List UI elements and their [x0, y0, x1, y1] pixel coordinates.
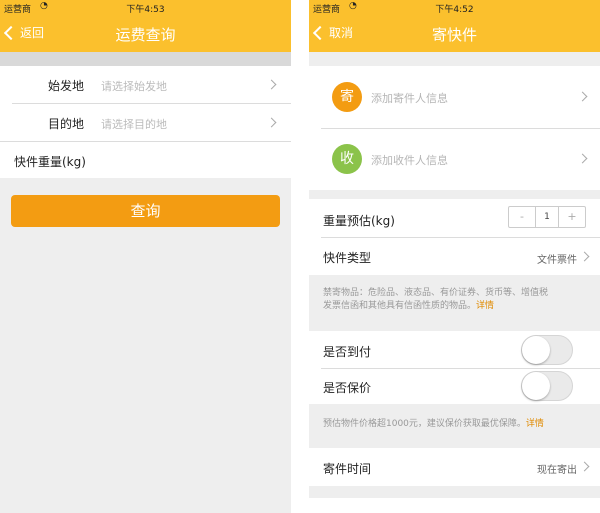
insurance-note-text: 预估物件价格超1000元，建议保价获取最优保障。 — [323, 419, 526, 429]
chevron-right-icon — [266, 117, 277, 128]
origin-label: 始发地 — [48, 79, 85, 93]
page-title: 运费查询 — [115, 26, 176, 44]
insurance-toggle[interactable] — [521, 371, 573, 401]
screenshot: 运营商 ◔ 下午4:53 返回 运费查询 始发地 请选择始发地 目的地 请选择目… — [0, 0, 600, 513]
chevron-right-icon — [579, 251, 590, 262]
package-type-value: 文件票件 — [537, 255, 577, 266]
destination-label: 目的地 — [48, 117, 85, 131]
receiver-row[interactable]: 收 添加收件人信息 — [309, 129, 600, 190]
freight-query-screen: 运营商 ◔ 下午4:53 返回 运费查询 始发地 请选择始发地 目的地 请选择目… — [0, 0, 291, 513]
increment-button[interactable]: + — [559, 207, 585, 227]
chevron-right-icon — [577, 153, 588, 164]
origin-placeholder: 请选择始发地 — [101, 80, 167, 93]
status-bar: 运营商 ◔ 下午4:52 — [309, 0, 600, 15]
sender-placeholder: 添加寄件人信息 — [371, 92, 448, 105]
weight-stepper: - 1 + — [508, 206, 586, 228]
weight-estimate-label: 重量预估(kg) — [323, 214, 395, 228]
send-time-label: 寄件时间 — [323, 462, 372, 476]
status-bar: 运营商 ◔ 下午4:53 — [0, 0, 291, 15]
prohibited-note-line2: 发票信函和其他具有信函性质的物品。 — [323, 301, 477, 311]
query-form: 始发地 请选择始发地 目的地 请选择目的地 快件重量(kg) — [0, 66, 291, 178]
next-section — [309, 498, 600, 513]
insurance-label: 是否保价 — [323, 381, 372, 395]
prohibited-items-note: 禁寄物品：危险品、液态品、有价证券、货币等、增值税 发票信函和其他具有信函性质的… — [323, 287, 588, 313]
nav-bar: 取消 寄快件 — [309, 15, 600, 52]
send-package-screen: 运营商 ◔ 下午4:52 取消 寄快件 寄 添加寄件人信息 收 添加收件人信息 — [309, 0, 600, 513]
receiver-badge: 收 — [332, 144, 362, 174]
destination-row[interactable]: 目的地 请选择目的地 — [0, 104, 291, 141]
status-time: 下午4:53 — [126, 5, 165, 15]
package-type-row[interactable]: 快件类型 文件票件 — [309, 238, 600, 275]
page-title: 寄快件 — [431, 26, 477, 44]
query-button[interactable]: 查询 — [11, 195, 280, 227]
prohibited-details-link[interactable]: 详情 — [476, 301, 494, 311]
insurance-note: 预估物件价格超1000元，建议保价获取最优保障。详情 — [323, 418, 593, 431]
toggle-knob — [522, 372, 550, 400]
contacts-section: 寄 添加寄件人信息 收 添加收件人信息 — [309, 66, 600, 190]
origin-row[interactable]: 始发地 请选择始发地 — [0, 66, 291, 103]
nav-bar: 返回 运费查询 — [0, 15, 291, 52]
toggle-knob — [522, 336, 550, 364]
divider — [321, 368, 600, 369]
cod-toggle[interactable] — [521, 335, 573, 365]
sender-row[interactable]: 寄 添加寄件人信息 — [309, 66, 600, 128]
chevron-right-icon — [577, 91, 588, 102]
package-type-label: 快件类型 — [323, 251, 372, 265]
weight-value[interactable]: 1 — [535, 207, 559, 227]
destination-placeholder: 请选择目的地 — [101, 118, 167, 131]
weight-row[interactable]: 快件重量(kg) — [0, 142, 291, 178]
insurance-details-link[interactable]: 详情 — [526, 419, 544, 429]
prohibited-note-line1: 禁寄物品：危险品、液态品、有价证券、货币等、增值税 — [323, 288, 549, 298]
chevron-right-icon — [579, 461, 590, 472]
cod-label: 是否到付 — [323, 345, 372, 359]
section-gap — [0, 52, 291, 66]
decrement-button[interactable]: - — [509, 207, 535, 227]
status-time: 下午4:52 — [435, 5, 474, 15]
options-section: 是否到付 是否保价 — [309, 331, 600, 404]
chevron-right-icon — [266, 79, 277, 90]
weight-label: 快件重量(kg) — [14, 155, 86, 169]
sender-badge: 寄 — [332, 82, 362, 112]
receiver-placeholder: 添加收件人信息 — [371, 154, 448, 167]
send-time-value: 现在寄出 — [537, 465, 577, 476]
send-time-row[interactable]: 寄件时间 现在寄出 — [309, 448, 600, 486]
